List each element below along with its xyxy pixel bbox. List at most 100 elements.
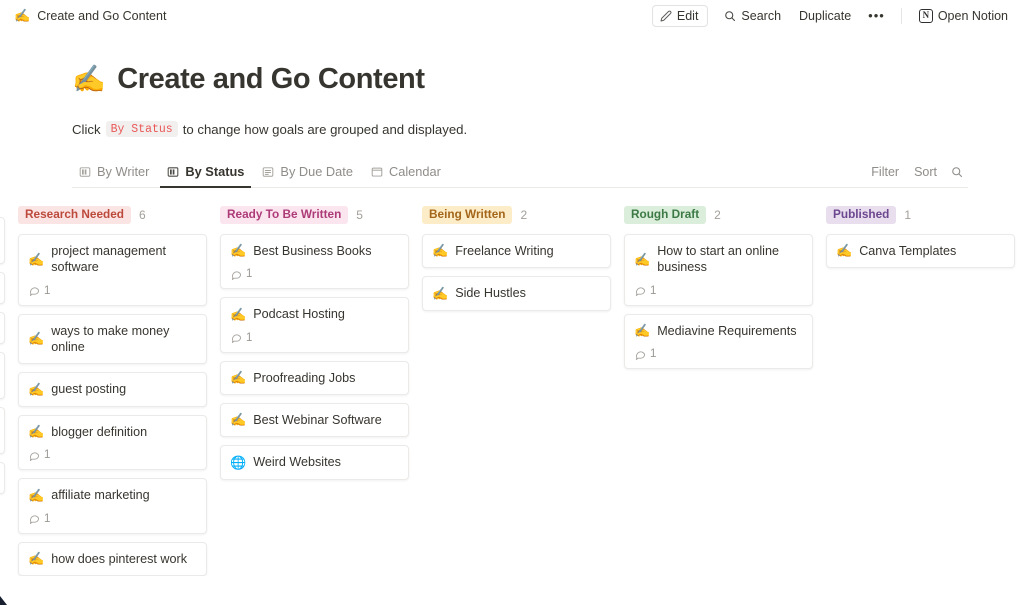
card[interactable]: ✍️ affiliate marketing 1	[18, 478, 207, 533]
card-title: ways to make money online	[51, 323, 196, 356]
sort-button[interactable]: Sort	[908, 163, 943, 181]
board-search-icon[interactable]	[946, 164, 968, 180]
open-notion-button[interactable]: N Open Notion	[911, 5, 1016, 27]
duplicate-button-label: Duplicate	[799, 9, 851, 23]
card[interactable]: ✍️ Best Webinar Software	[220, 403, 409, 437]
card-main: ✍️ Mediavine Requirements	[634, 323, 802, 339]
card-title: Weird Websites	[253, 454, 341, 470]
comment-count-value: 1	[44, 285, 50, 297]
card[interactable]: ✍️ project management software 1	[18, 234, 207, 306]
top-bar: ✍️ Create and Go Content Edit Search Dup…	[0, 0, 1024, 31]
card-partial[interactable]	[0, 352, 5, 399]
card-title: guest posting	[51, 381, 126, 397]
card-main: ✍️ affiliate marketing	[28, 487, 196, 503]
board-viewport: Research Needed 6 ✍️ project management …	[0, 188, 1024, 576]
list-view-icon	[262, 166, 274, 178]
card-comment-count: 1	[28, 513, 196, 525]
board-column-rough-draft: Rough Draft 2 ✍️ How to start an online …	[624, 205, 826, 576]
column-header[interactable]: Ready To Be Written 5	[220, 205, 422, 225]
column-cards: ✍️ Freelance Writing ✍️ Side Hustles	[422, 234, 624, 311]
card[interactable]: ✍️ Best Business Books 1	[220, 234, 409, 289]
edit-button-label: Edit	[677, 9, 699, 23]
card[interactable]: ✍️ Proofreading Jobs	[220, 361, 409, 395]
comment-count-value: 1	[246, 268, 252, 280]
card-title: affiliate marketing	[51, 487, 149, 503]
card-partial[interactable]	[0, 312, 5, 344]
card-partial[interactable]	[0, 407, 5, 454]
column-count: 2	[714, 208, 721, 222]
page-description: Click By Status to change how goals are …	[72, 121, 968, 137]
tab-by-status[interactable]: By Status	[160, 159, 251, 188]
card-comment-count: 1	[230, 332, 398, 344]
card-main: ✍️ Canva Templates	[836, 243, 1004, 259]
card-emoji-icon: ✍️	[28, 252, 44, 268]
card[interactable]: ✍️ Freelance Writing	[422, 234, 611, 268]
card-comment-count: 1	[634, 348, 802, 360]
page-header-block: ✍️ Create and Go Content Click By Status…	[0, 63, 1024, 188]
tab-calendar[interactable]: Calendar	[364, 159, 448, 188]
card-comment-count: 1	[28, 285, 196, 297]
card-emoji-icon: ✍️	[230, 412, 246, 428]
corner-marker	[0, 596, 7, 605]
column-cards: ✍️ project management software 1	[18, 234, 220, 576]
card-title: Canva Templates	[859, 243, 956, 259]
card-partial[interactable]	[0, 217, 5, 264]
tab-by-due-date[interactable]: By Due Date	[255, 159, 360, 188]
breadcrumb[interactable]: ✍️ Create and Go Content	[14, 9, 166, 23]
toolbar-divider	[901, 8, 902, 24]
duplicate-button[interactable]: Duplicate	[791, 5, 859, 27]
card-emoji-icon: 🌐	[230, 455, 246, 471]
card-title: Freelance Writing	[455, 243, 553, 259]
card-main: ✍️ Side Hustles	[432, 285, 600, 301]
comment-icon	[231, 269, 242, 280]
card-title: Side Hustles	[455, 285, 526, 301]
open-notion-label: Open Notion	[938, 9, 1008, 23]
calendar-view-icon	[371, 166, 383, 178]
card[interactable]: ✍️ How to start an online business 1	[624, 234, 813, 306]
card[interactable]: 🌐 Weird Websites	[220, 445, 409, 479]
card-emoji-icon: ✍️	[28, 488, 44, 504]
card-emoji-icon: ✍️	[28, 382, 44, 398]
view-tabs: By Writer By Status	[72, 159, 448, 187]
board-view-icon	[167, 166, 179, 178]
comment-icon	[231, 332, 242, 343]
more-options-button[interactable]: •••	[861, 4, 892, 27]
pencil-icon	[660, 10, 672, 22]
column-header[interactable]: Research Needed 6	[18, 205, 220, 225]
tab-by-writer[interactable]: By Writer	[72, 159, 156, 188]
card[interactable]: ✍️ Podcast Hosting 1	[220, 297, 409, 352]
filter-button[interactable]: Filter	[865, 163, 905, 181]
status-badge: Published	[826, 206, 896, 225]
card[interactable]: ✍️ how does pinterest work	[18, 542, 207, 576]
inline-code-by-status[interactable]: By Status	[106, 121, 178, 137]
card-partial[interactable]	[0, 462, 5, 494]
column-cards: ✍️ Best Business Books 1	[220, 234, 422, 480]
card[interactable]: ✍️ Side Hustles	[422, 276, 611, 310]
card-title: how does pinterest work	[51, 551, 187, 567]
edit-button[interactable]: Edit	[652, 5, 709, 27]
card-partial[interactable]	[0, 272, 5, 304]
status-badge: Rough Draft	[624, 206, 706, 225]
card-emoji-icon: ✍️	[28, 331, 44, 347]
search-button[interactable]: Search	[716, 5, 789, 27]
column-header[interactable]: Rough Draft 2	[624, 205, 826, 225]
search-button-label: Search	[741, 9, 781, 23]
column-header[interactable]: Published 1	[826, 205, 1024, 225]
card[interactable]: ✍️ guest posting	[18, 372, 207, 406]
card[interactable]: ✍️ blogger definition 1	[18, 415, 207, 470]
card[interactable]: ✍️ Canva Templates	[826, 234, 1015, 268]
card[interactable]: ✍️ Mediavine Requirements 1	[624, 314, 813, 369]
card-title: How to start an online business	[657, 243, 802, 276]
card-emoji-icon: ✍️	[634, 252, 650, 268]
board-column-published: Published 1 ✍️ Canva Templates	[826, 205, 1024, 576]
column-header[interactable]: Being Written 2	[422, 205, 624, 225]
top-bar-actions: Edit Search Duplicate ••• N Open Notion	[652, 4, 1016, 27]
comment-icon	[29, 450, 40, 461]
more-options-label: •••	[868, 8, 885, 23]
tab-by-due-date-label: By Due Date	[280, 164, 353, 179]
card-emoji-icon: ✍️	[432, 286, 448, 302]
card[interactable]: ✍️ ways to make money online	[18, 314, 207, 365]
status-badge: Being Written	[422, 206, 512, 225]
comment-count-value: 1	[650, 285, 656, 297]
column-count: 5	[356, 208, 363, 222]
